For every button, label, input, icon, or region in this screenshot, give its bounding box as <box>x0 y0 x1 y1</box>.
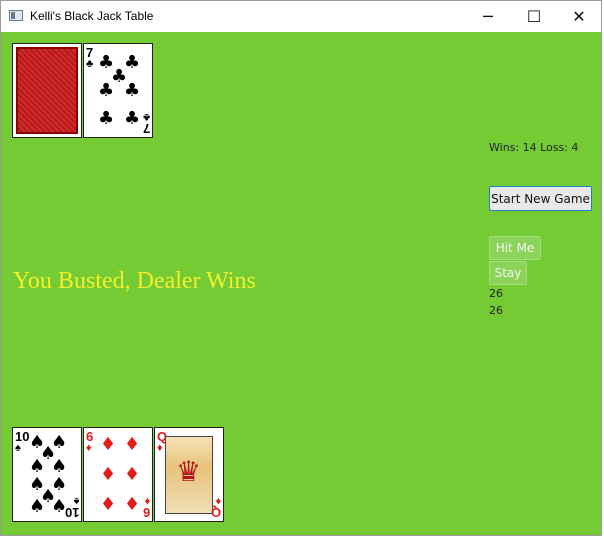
score-value: 26 <box>489 304 503 317</box>
title-bar[interactable]: Kelli's Black Jack Table ─ ☐ ✕ <box>1 1 601 32</box>
card-rank: Q <box>210 505 221 520</box>
diamond-icon: ♦ <box>100 464 117 485</box>
card-rank: 10 <box>64 505 79 520</box>
card-corner-top: 7 ♣ <box>86 46 93 70</box>
diamond-icon: ♦ <box>100 494 117 515</box>
diamond-icon: ♦ <box>124 434 141 455</box>
minimize-button[interactable]: ─ <box>465 1 511 32</box>
dealer-card-seven-of-clubs: 7 ♣ ♣ ♣ ♣ ♣ ♣ ♣ ♣ 7 ♣ <box>83 43 153 138</box>
window-title: Kelli's Black Jack Table <box>30 9 154 23</box>
club-icon: ♣ <box>142 111 150 123</box>
dealer-card-face-down <box>12 43 82 138</box>
diamond-icon: ♦ <box>124 494 141 515</box>
diamond-icon: ♦ <box>144 495 150 507</box>
player-card-ten-of-spades: 10 ♠ ♠ ♠ ♠ ♠ ♠ ♠ ♠ ♠ ♠ ♠ 10 ♠ <box>12 427 82 522</box>
card-corner-bottom: 10 ♠ <box>64 495 79 520</box>
club-icon: ♣ <box>86 58 94 70</box>
card-back-pattern <box>16 47 78 134</box>
card-corner-bottom: Q ♦ <box>210 495 221 520</box>
queen-portrait-icon: ♛ <box>165 436 213 514</box>
player-card-queen-of-diamonds: Q ♦ ♛ Q ♦ <box>154 427 224 522</box>
diamond-icon: ♦ <box>100 434 117 455</box>
card-rank: 6 <box>142 505 150 520</box>
card-rank: 7 <box>142 121 150 136</box>
crown-icon: ♛ <box>176 455 202 488</box>
start-new-game-button[interactable]: Start New Game <box>489 186 592 211</box>
club-icon: ♣ <box>98 108 115 129</box>
blackjack-table: 7 ♣ ♣ ♣ ♣ ♣ ♣ ♣ ♣ 7 ♣ You Busted, Dealer… <box>1 32 601 535</box>
club-icon: ♣ <box>98 80 115 101</box>
card-corner-top: 10 ♠ <box>15 430 29 454</box>
spade-icon: ♠ <box>15 442 21 454</box>
maximize-button[interactable]: ☐ <box>511 1 557 32</box>
game-window: Kelli's Black Jack Table ─ ☐ ✕ 7 ♣ ♣ ♣ ♣… <box>0 0 602 536</box>
app-icon <box>9 10 23 21</box>
spade-icon: ♠ <box>29 496 46 517</box>
stay-button[interactable]: Stay <box>489 261 527 285</box>
card-corner-top: 6 ♦ <box>86 430 93 454</box>
diamond-icon: ♦ <box>124 464 141 485</box>
player-card-six-of-diamonds: 6 ♦ ♦ ♦ ♦ ♦ ♦ ♦ 6 ♦ <box>83 427 153 522</box>
hit-me-button[interactable]: Hit Me <box>489 236 541 260</box>
club-icon: ♣ <box>124 80 141 101</box>
club-icon: ♣ <box>124 108 141 129</box>
card-corner-bottom: 6 ♦ <box>142 495 150 520</box>
diamond-icon: ♦ <box>86 442 92 454</box>
card-corner-bottom: 7 ♣ <box>142 111 150 136</box>
wins-loss-counter: Wins: 14 Loss: 4 <box>489 141 579 154</box>
score-value: 26 <box>489 287 503 300</box>
status-message: You Busted, Dealer Wins <box>13 268 256 294</box>
close-button[interactable]: ✕ <box>556 1 602 32</box>
